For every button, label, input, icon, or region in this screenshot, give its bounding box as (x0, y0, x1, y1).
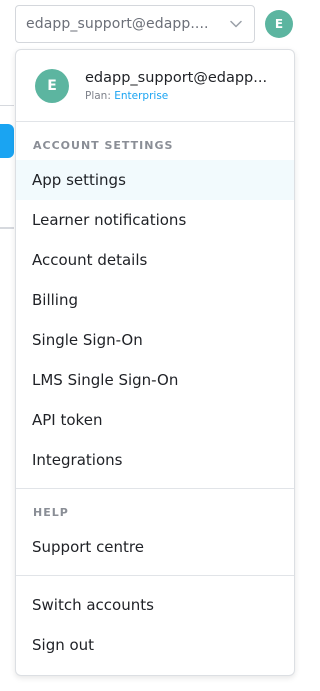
menu-item-integrations[interactable]: Integrations (16, 440, 294, 480)
account-dropdown-menu: E edapp_support@edapp... Plan: Enterpris… (15, 49, 295, 676)
background-divider (0, 105, 14, 106)
avatar[interactable]: E (265, 10, 293, 38)
menu-avatar: E (35, 68, 69, 103)
plan-line: Plan: Enterprise (85, 89, 285, 103)
background-divider (0, 227, 14, 229)
menu-item-support-centre[interactable]: Support centre (16, 527, 294, 567)
menu-item-learner-notifications[interactable]: Learner notifications (16, 200, 294, 240)
help-section-title: HELP (33, 506, 69, 519)
account-select-value: edapp_support@edapp.... (26, 16, 209, 32)
user-email: edapp_support@edapp... (85, 69, 268, 86)
menu-item-lms-single-sign-on[interactable]: LMS Single Sign-On (16, 360, 294, 400)
menu-avatar-initial: E (47, 77, 57, 94)
menu-item-billing[interactable]: Billing (16, 280, 294, 320)
menu-item-account-details[interactable]: Account details (16, 240, 294, 280)
avatar-initial: E (274, 17, 284, 31)
page: edapp_support@edapp.... E E edapp_suppor… (0, 0, 312, 691)
account-select[interactable]: edapp_support@edapp.... (15, 5, 255, 43)
menu-header: E edapp_support@edapp... Plan: Enterpris… (16, 50, 294, 122)
menu-item-api-token[interactable]: API token (16, 400, 294, 440)
menu-item-app-settings[interactable]: App settings (16, 160, 294, 200)
account-settings-section-title: ACCOUNT SETTINGS (33, 139, 174, 152)
user-info: edapp_support@edapp... Plan: Enterprise (85, 69, 285, 103)
plan-value: Enterprise (114, 89, 169, 102)
menu-item-single-sign-on[interactable]: Single Sign-On (16, 320, 294, 360)
background-button (0, 124, 14, 158)
plan-label: Plan: (85, 89, 111, 102)
chevron-down-icon (228, 16, 244, 32)
menu-item-switch-accounts[interactable]: Switch accounts (16, 585, 294, 625)
menu-item-sign-out[interactable]: Sign out (16, 625, 294, 665)
